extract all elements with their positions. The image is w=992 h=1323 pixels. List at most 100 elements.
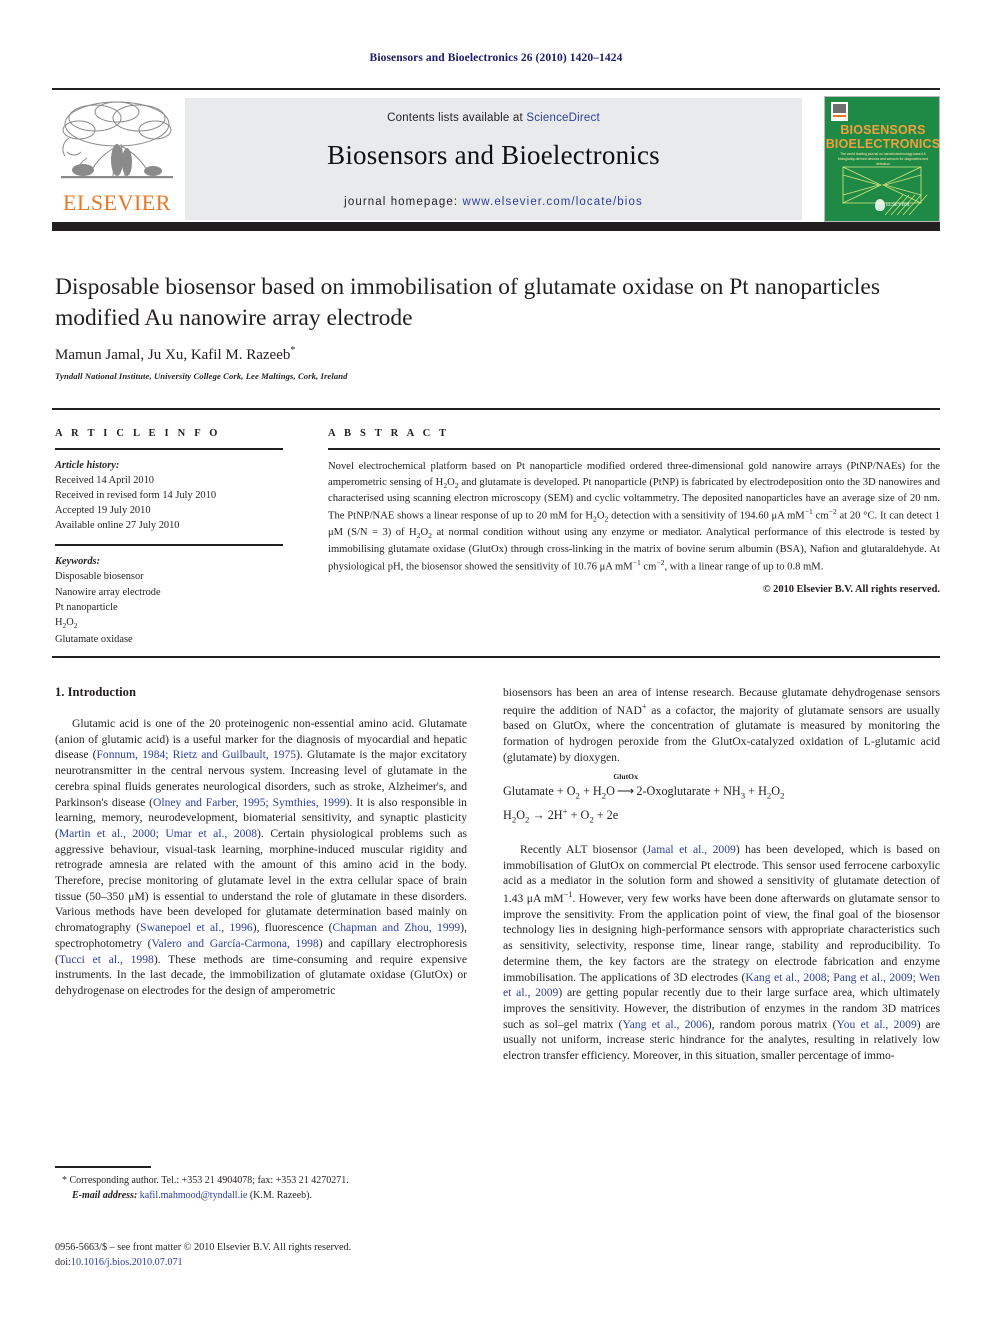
affiliation: Tyndall National Institute, University C… (55, 371, 348, 381)
doi-link[interactable]: 10.1016/j.bios.2010.07.071 (71, 1257, 183, 1268)
citation-link[interactable]: Martin et al., 2000; Umar et al., 2008 (59, 827, 257, 840)
body-left-column: 1. Introduction Glutamic acid is one of … (55, 685, 467, 999)
keywords-block: Keywords: Disposable biosensor Nanowire … (55, 554, 283, 646)
front-matter-block: 0956-5663/$ – see front matter © 2010 El… (55, 1240, 525, 1271)
text-seg: ). Certain physiological problems such a… (55, 826, 467, 935)
enzyme-label: GlutOx (613, 772, 638, 782)
intro-paragraph-1: Glutamic acid is one of the 20 proteinog… (55, 716, 467, 999)
arrow-glyph: ⟶ (616, 784, 635, 799)
abstract-seg: cm (640, 561, 657, 573)
abstract-rule (328, 448, 940, 450)
equation-1: Glutamate + O2 + H2O GlutOx ⟶ 2-Oxoglutarat… (503, 772, 940, 804)
abstract-column: A B S T R A C T Novel electrochemical pl… (328, 428, 940, 595)
contents-prefix: Contents lists available at (387, 112, 523, 124)
citation-link[interactable]: Fonnum, 1984; Rietz and Guilbault, 1975 (96, 748, 296, 761)
eq-seg: + H (579, 784, 602, 799)
page-title: Disposable biosensor based on immobilisa… (55, 274, 880, 331)
citation-link[interactable]: Chapman and Zhou, 1999 (333, 921, 461, 934)
history-item: Accepted 19 July 2010 (55, 505, 151, 517)
eq-seg: O (771, 784, 781, 799)
author-names: Mamun Jamal, Ju Xu, Kafil M. Razeeb (55, 347, 291, 363)
contents-line: Contents lists available at ScienceDirec… (185, 112, 802, 124)
keywords-rule (55, 544, 283, 547)
sciencedirect-link[interactable]: ScienceDirect (526, 112, 600, 124)
article-info-rule (55, 448, 283, 450)
history-item: Received in revised form 14 July 2010 (55, 490, 217, 502)
citation-link[interactable]: Yang et al., 2006 (622, 1018, 707, 1031)
intro-paragraph-3: Recently ALT biosensor (Jamal et al., 20… (503, 842, 940, 1064)
footnote-block: * Corresponding author. Tel.: +353 21 49… (55, 1174, 467, 1203)
running-head: Biosensors and Bioelectronics 26 (2010) … (369, 52, 623, 64)
keyword-item: Pt nanoparticle (55, 601, 118, 613)
front-matter-line: 0956-5663/$ – see front matter © 2010 El… (55, 1242, 352, 1253)
corresponding-author-marker: * (290, 345, 296, 356)
article-history-label: Article history: (55, 460, 120, 471)
abstract-seg: O (596, 510, 605, 522)
eq-seg: O (606, 784, 615, 799)
abstract-copyright: © 2010 Elsevier B.V. All rights reserved… (762, 584, 940, 596)
citation-link[interactable]: Olney and Farber, 1995; Symthies, 1999 (153, 796, 346, 809)
journal-masthead: ELSEVIER Contents lists available at Sci… (52, 88, 940, 222)
footnote-rule (55, 1166, 151, 1168)
eq-seg: 2-Oxoglutarate + NH (636, 784, 741, 799)
citation-link[interactable]: Jamal et al., 2009 (647, 843, 736, 856)
cover-title-line1: BIOSENSORS (840, 123, 926, 137)
cover-elsevier-badge-icon (831, 102, 848, 121)
citation-link[interactable]: Swanepoel et al., 1996 (140, 921, 253, 934)
doi-line: doi:10.1016/j.bios.2010.07.071 (55, 1255, 525, 1270)
masthead-bottom-rule (52, 222, 940, 231)
footnote-text: Corresponding author. Tel.: +353 21 4904… (67, 1175, 349, 1186)
doi-label: doi: (55, 1257, 71, 1269)
journal-homepage-line: journal homepage: www.elsevier.com/locat… (185, 196, 802, 208)
elsevier-wordmark: ELSEVIER (63, 190, 171, 215)
abstract-seg: cm (812, 510, 829, 522)
eq-seg: Glutamate + O (503, 784, 576, 799)
keyword-item: H2O2 (55, 616, 78, 630)
citation-link[interactable]: Tucci et al., 1998 (59, 953, 154, 966)
journal-cover-thumbnail: BIOSENSORS BIOELECTRONICS The world lead… (824, 96, 940, 222)
cover-elsevier-logo: ELSEVIER (873, 199, 910, 213)
reaction-arrow-icon: GlutOx ⟶ (613, 772, 637, 802)
citation-link[interactable]: Valero and García-Carmona, 1998 (151, 937, 318, 950)
article-info-column: A R T I C L E I N F O Article history: R… (55, 428, 283, 647)
abstract-seg: O (447, 476, 455, 488)
abstract-seg: detection with a sensitivity of 194.60 μ… (608, 510, 805, 522)
email-note: E-mail address: kafil.mahmood@tyndall.ie… (55, 1189, 467, 1204)
citation-link[interactable]: You et al., 2009 (837, 1018, 917, 1031)
journal-band: Contents lists available at ScienceDirec… (185, 98, 802, 220)
elsevier-tree-icon (61, 101, 173, 179)
eq-sub: 2 (780, 790, 785, 801)
email-suffix: (K.M. Razeeb). (247, 1189, 313, 1201)
eq-seg: + H (745, 784, 767, 799)
keyword-item: Glutamate oxidase (55, 633, 133, 645)
homepage-prefix: journal homepage: (344, 196, 459, 208)
article-history-block: Article history: Received 14 April 2010 … (55, 458, 283, 533)
journal-title: Biosensors and Bioelectronics (327, 140, 660, 170)
intro-paragraph-2: biosensors has been an area of intense r… (503, 685, 940, 765)
history-item: Available online 27 July 2010 (55, 520, 180, 532)
text-seg: ), fluorescence ( (252, 921, 333, 935)
body-right-column: biosensors has been an area of intense r… (503, 685, 940, 1064)
abstract-text: Novel electrochemical platform based on … (328, 461, 941, 573)
section-heading-introduction: 1. Introduction (55, 685, 136, 699)
journal-article-page: Biosensors and Bioelectronics 26 (2010) … (0, 0, 992, 1323)
text-seg: ), random porous matrix ( (707, 1017, 837, 1031)
email-label: E-mail address: (72, 1189, 138, 1201)
chemical-equations: Glutamate + O2 + H2O GlutOx ⟶ 2-Oxoglutarat… (503, 772, 940, 828)
abstract-seg: , with a linear range of up to 0.8 mM. (664, 561, 824, 573)
article-info-heading: A R T I C L E I N F O (55, 428, 221, 439)
email-link[interactable]: kafil.mahmood@tyndall.ie (140, 1190, 248, 1201)
journal-homepage-link[interactable]: www.elsevier.com/locate/bios (462, 196, 642, 208)
keyword-item: Disposable biosensor (55, 571, 144, 583)
abstract-heading: A B S T R A C T (328, 428, 450, 439)
equation-2: H2O2 → 2H+ + O2 + 2e (503, 806, 619, 825)
elsevier-logo: ELSEVIER (54, 98, 180, 220)
text-seg: Recently ALT biosensor ( (520, 843, 647, 857)
cover-title-line2: BIOELECTRONICS (825, 137, 940, 151)
history-item: Received 14 April 2010 (55, 475, 154, 487)
abstract-bottom-rule (52, 656, 940, 658)
author-list: Mamun Jamal, Ju Xu, Kafil M. Razeeb* (55, 345, 885, 364)
corresponding-author-note: * Corresponding author. Tel.: +353 21 49… (55, 1174, 467, 1189)
keyword-item: Nanowire array electrode (55, 586, 161, 598)
keywords-label: Keywords: (55, 556, 101, 568)
